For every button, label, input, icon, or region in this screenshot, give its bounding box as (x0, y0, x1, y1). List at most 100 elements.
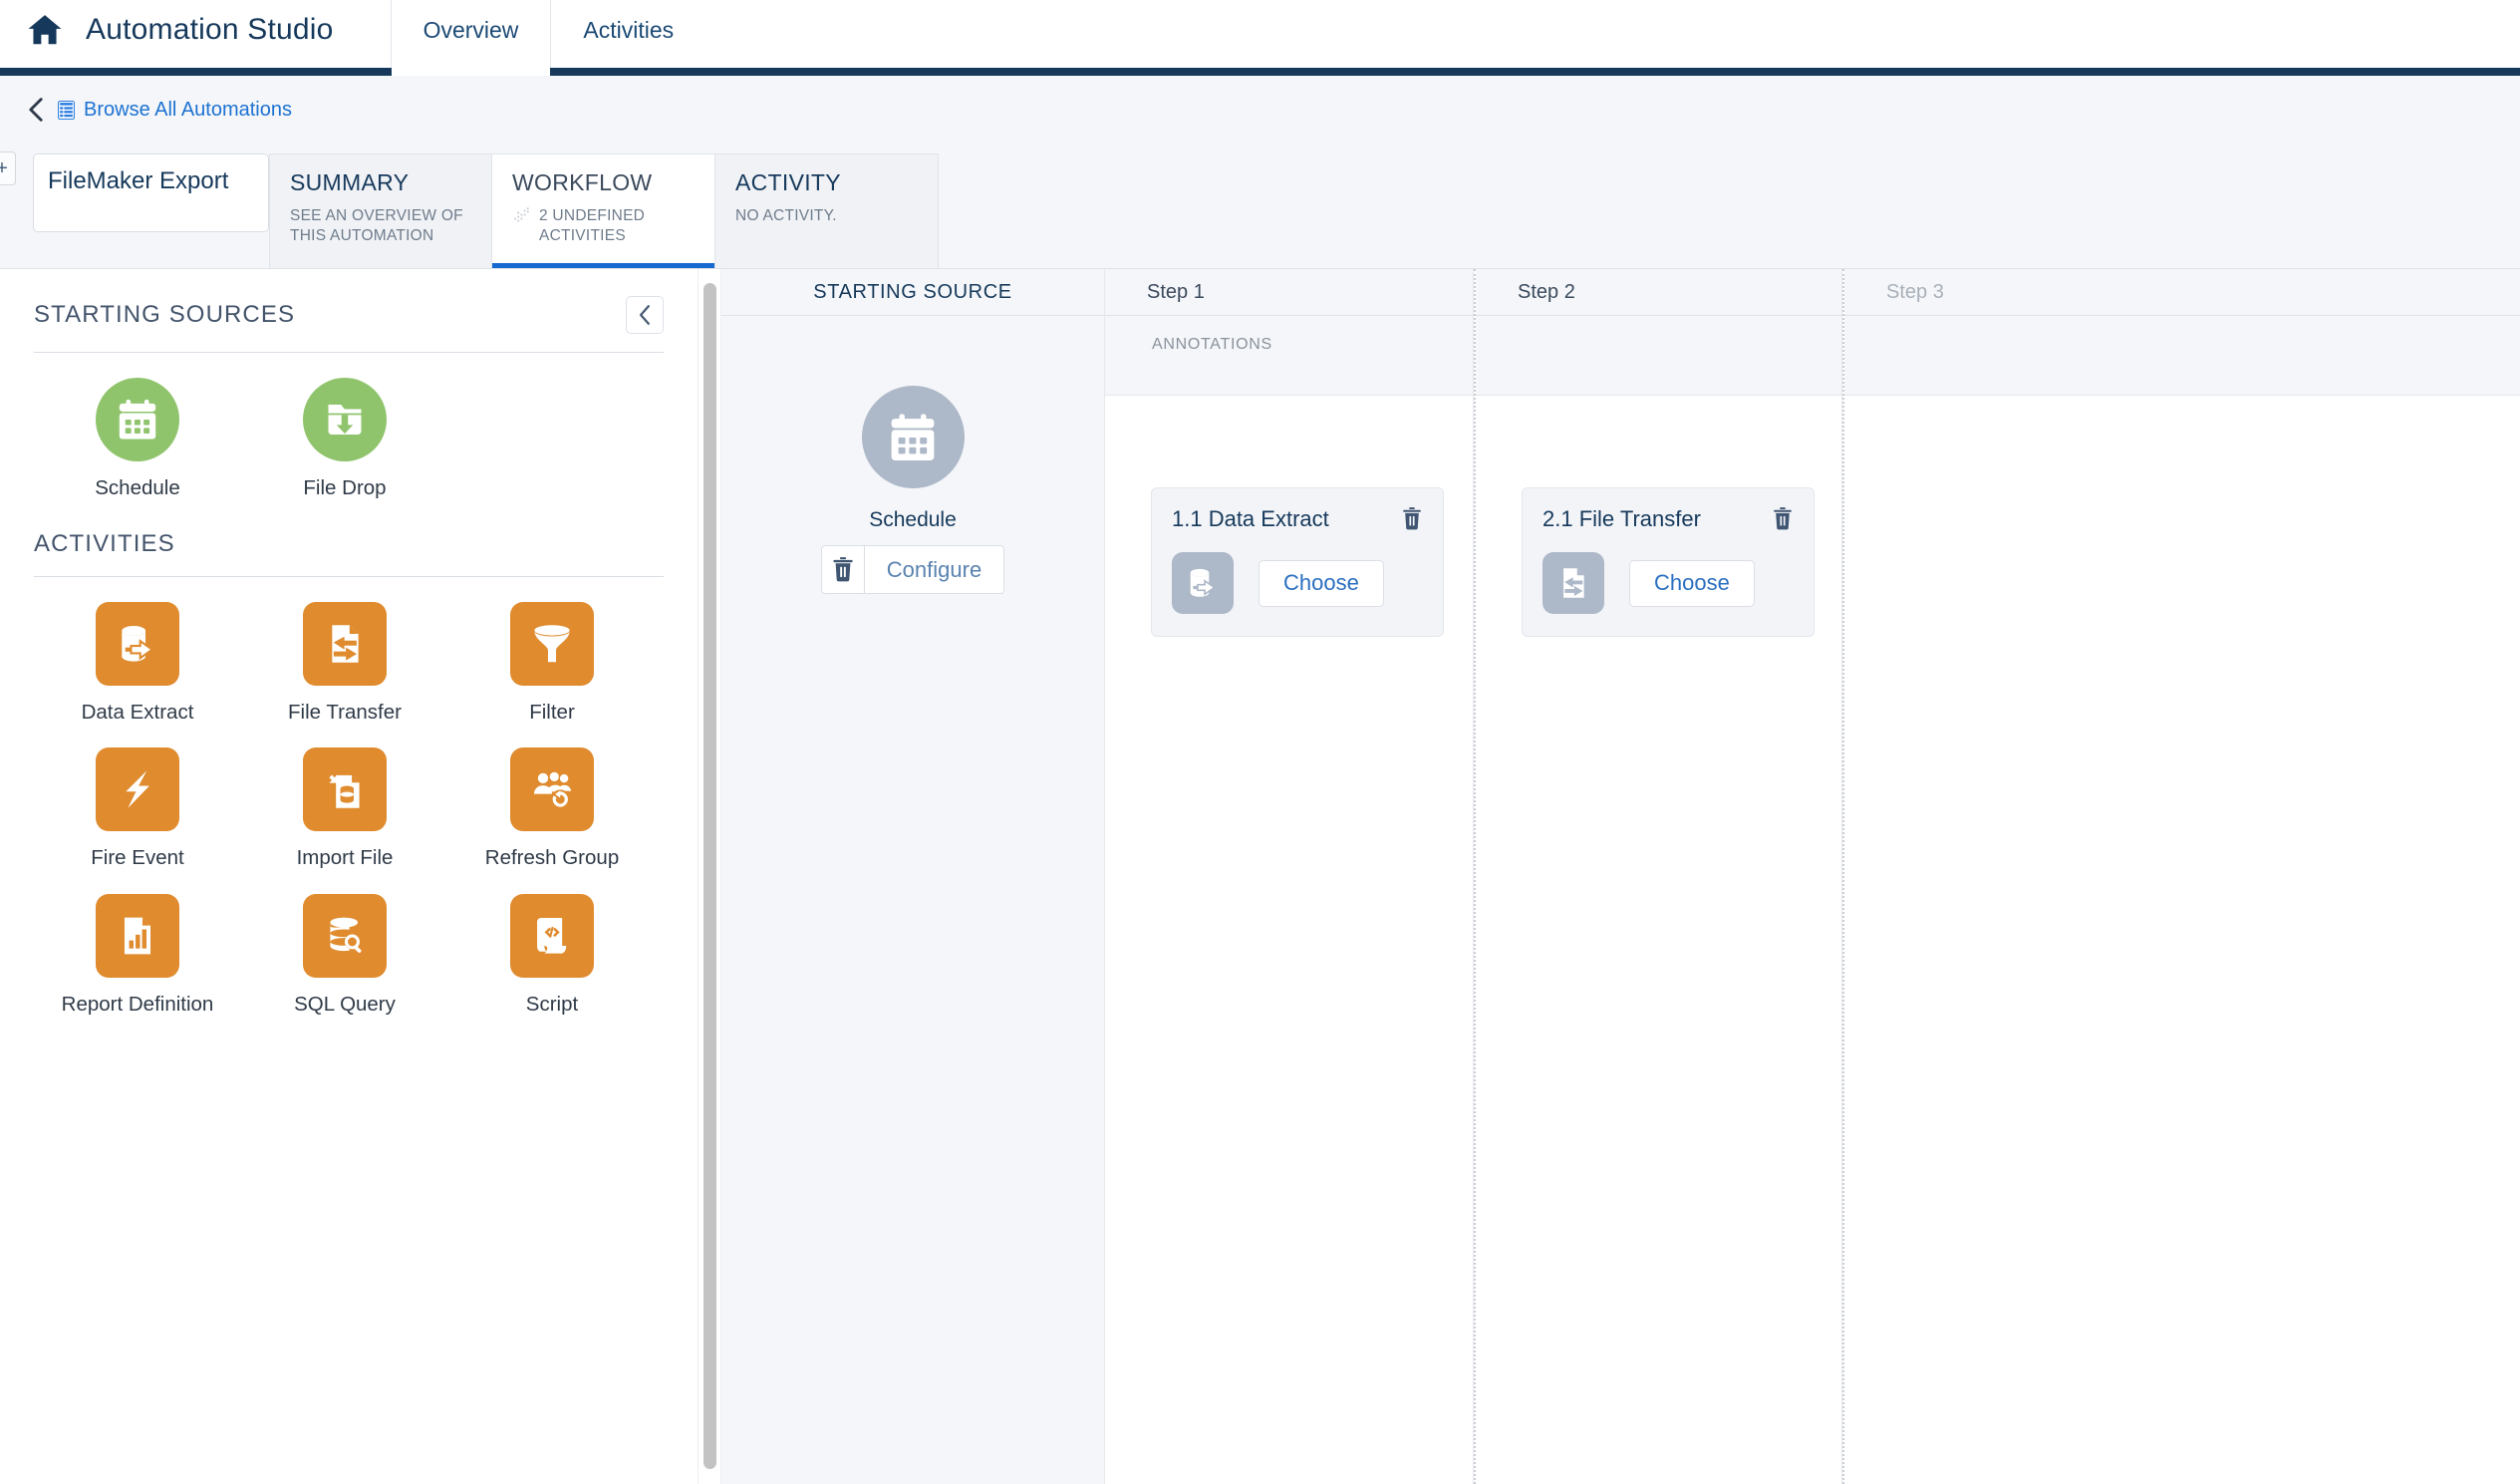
configure-label: Configure (886, 556, 982, 582)
step-1-header: Step 1 (1105, 269, 1473, 316)
palette-panel: STARTING SOURCES Schedule File Drop ACTI… (0, 269, 698, 1484)
step-2-annotations[interactable] (1476, 316, 1841, 396)
palette-item-file-drop-label: File Drop (303, 476, 387, 499)
palette-item-refresh-group[interactable]: Refresh Group (448, 747, 656, 872)
palette-item-report-definition[interactable]: Report Definition (34, 894, 241, 1019)
overview-card-activity[interactable]: ACTIVITY NO ACTIVITY. (715, 153, 939, 268)
choose-label: Choose (1654, 570, 1730, 595)
data-extract-icon-badge (96, 601, 179, 686)
palette-item-script[interactable]: Script (448, 894, 656, 1019)
tab-activities[interactable]: Activities (551, 0, 705, 68)
palette-item-schedule[interactable]: Schedule (34, 378, 241, 502)
chevron-left-icon[interactable] (26, 97, 46, 123)
main-content: STARTING SOURCES Schedule File Drop ACTI… (0, 269, 2520, 1484)
report-definition-icon (124, 917, 151, 955)
step-1-body: 1.1 Data Extract Choose (1105, 396, 1473, 1484)
browse-all-automations-link[interactable]: Browse All Automations (58, 99, 292, 122)
import-file-icon-badge (303, 747, 387, 832)
overview-card-summary-subtitle: SEE AN OVERVIEW OF THIS AUTOMATION (290, 207, 463, 245)
overview-card-activity-subtitle: NO ACTIVITY. (735, 207, 837, 224)
palette-item-filter-label: Filter (529, 700, 575, 724)
overview-card-summary[interactable]: SUMMARY SEE AN OVERVIEW OF THIS AUTOMATI… (269, 153, 492, 268)
trash-icon[interactable] (1401, 506, 1423, 531)
canvas-column-step-3: Step 3 (1842, 269, 2520, 1484)
top-navigation-bar: Automation Studio Overview Activities (0, 0, 2520, 76)
sql-query-icon-badge (303, 894, 387, 979)
step-2-header: Step 2 (1476, 269, 1841, 316)
palette-scrollbar[interactable] (698, 269, 721, 1484)
starting-source-column-header: STARTING SOURCE (721, 269, 1104, 316)
step-3-body[interactable] (1844, 396, 2520, 1484)
file-transfer-icon-badge (1542, 552, 1604, 614)
palette-item-file-drop[interactable]: File Drop (241, 378, 448, 502)
sql-query-icon (330, 917, 362, 953)
browse-all-automations-label: Browse All Automations (84, 98, 292, 121)
palette-item-file-transfer-label: File Transfer (288, 700, 402, 724)
schedule-node-icon-badge (861, 386, 965, 488)
file-drop-icon-badge (303, 378, 387, 461)
step-2-body: 2.1 File Transfer Choose (1476, 396, 1841, 1484)
automation-header-strip: + FileMaker Export SUMMARY SEE AN OVERVI… (0, 144, 2520, 269)
refresh-group-icon-badge (510, 747, 594, 832)
starting-source-node-actions: Configure (820, 545, 1005, 594)
automation-name-wrapper: FileMaker Export (0, 144, 269, 268)
home-icon[interactable] (26, 11, 64, 49)
activities-grid: Data Extract File Transfer Filter Fire E… (34, 601, 664, 1040)
tab-activities-label: Activities (583, 16, 675, 43)
palette-item-import-file-label: Import File (296, 846, 394, 870)
data-extract-icon (1190, 568, 1216, 597)
add-automation-button[interactable]: + (0, 151, 16, 185)
overview-card-workflow-title: WORKFLOW (512, 169, 653, 195)
palette-item-refresh-group-label: Refresh Group (484, 846, 620, 870)
starting-source-node-label: Schedule (869, 508, 957, 531)
step-3-annotations (1844, 316, 2520, 396)
activity-card-2-1[interactable]: 2.1 File Transfer Choose (1522, 487, 1815, 637)
calendar-icon (119, 399, 156, 440)
data-extract-icon-badge (1172, 552, 1234, 614)
chevron-left-icon (639, 305, 650, 325)
list-icon (58, 100, 75, 120)
collapse-palette-button[interactable] (626, 296, 664, 334)
step-1-annotations[interactable]: ANNOTATIONS (1105, 316, 1473, 396)
overview-card-summary-title: SUMMARY (290, 169, 410, 195)
app-brand: Automation Studio (0, 0, 334, 68)
starting-source-column-body: Schedule Configure (721, 316, 1104, 1484)
palette-item-script-label: Script (525, 993, 579, 1017)
starting-source-node[interactable]: Schedule Configure (721, 316, 1104, 594)
overview-card-workflow-subtitle: 2 UNDEFINED ACTIVITIES (539, 207, 646, 245)
starting-sources-title: STARTING SOURCES (34, 301, 296, 328)
palette-item-file-transfer[interactable]: File Transfer (241, 601, 448, 727)
palette-scrollbar-thumb[interactable] (702, 283, 716, 1469)
choose-activity-1-1-button[interactable]: Choose (1259, 559, 1384, 607)
palette-item-fire-event[interactable]: Fire Event (34, 747, 241, 872)
activity-card-1-1[interactable]: 1.1 Data Extract Choose (1151, 487, 1444, 637)
palette-item-filter[interactable]: Filter (448, 601, 656, 727)
tab-overview-label: Overview (422, 16, 519, 43)
palette-item-sql-query[interactable]: SQL Query (241, 894, 448, 1019)
tab-overview[interactable]: Overview (390, 0, 552, 76)
delete-starting-source-button[interactable] (820, 545, 865, 594)
file-drop-icon (328, 405, 362, 435)
trash-icon[interactable] (1772, 506, 1794, 531)
palette-item-import-file[interactable]: Import File (241, 747, 448, 872)
activities-title: ACTIVITIES (34, 529, 175, 557)
activity-card-1-1-title: 1.1 Data Extract (1172, 506, 1329, 531)
canvas-column-step-2: Step 2 2.1 File Transfer Choose (1474, 269, 1842, 1484)
overview-card-activity-title: ACTIVITY (735, 169, 841, 195)
import-file-icon (326, 774, 360, 809)
script-icon-badge (510, 894, 594, 979)
starting-sources-grid: Schedule File Drop (34, 378, 664, 524)
add-automation-label: + (0, 156, 8, 179)
overview-card-workflow[interactable]: WORKFLOW 2 UNDEFINED ACTIVITIES (492, 153, 715, 268)
choose-activity-2-1-button[interactable]: Choose (1629, 559, 1755, 607)
automation-name-input[interactable]: FileMaker Export (33, 153, 269, 232)
palette-item-data-extract[interactable]: Data Extract (34, 601, 241, 727)
palette-item-report-definition-label: Report Definition (61, 993, 214, 1017)
main-tabs: Overview Activities (390, 0, 706, 76)
activities-header: ACTIVITIES (34, 524, 664, 558)
configure-starting-source-button[interactable]: Configure (864, 545, 1005, 594)
starting-sources-header: STARTING SOURCES (34, 269, 664, 334)
file-transfer-icon (1563, 568, 1584, 598)
activity-card-2-1-title: 2.1 File Transfer (1542, 506, 1701, 531)
calendar-icon (891, 413, 935, 460)
